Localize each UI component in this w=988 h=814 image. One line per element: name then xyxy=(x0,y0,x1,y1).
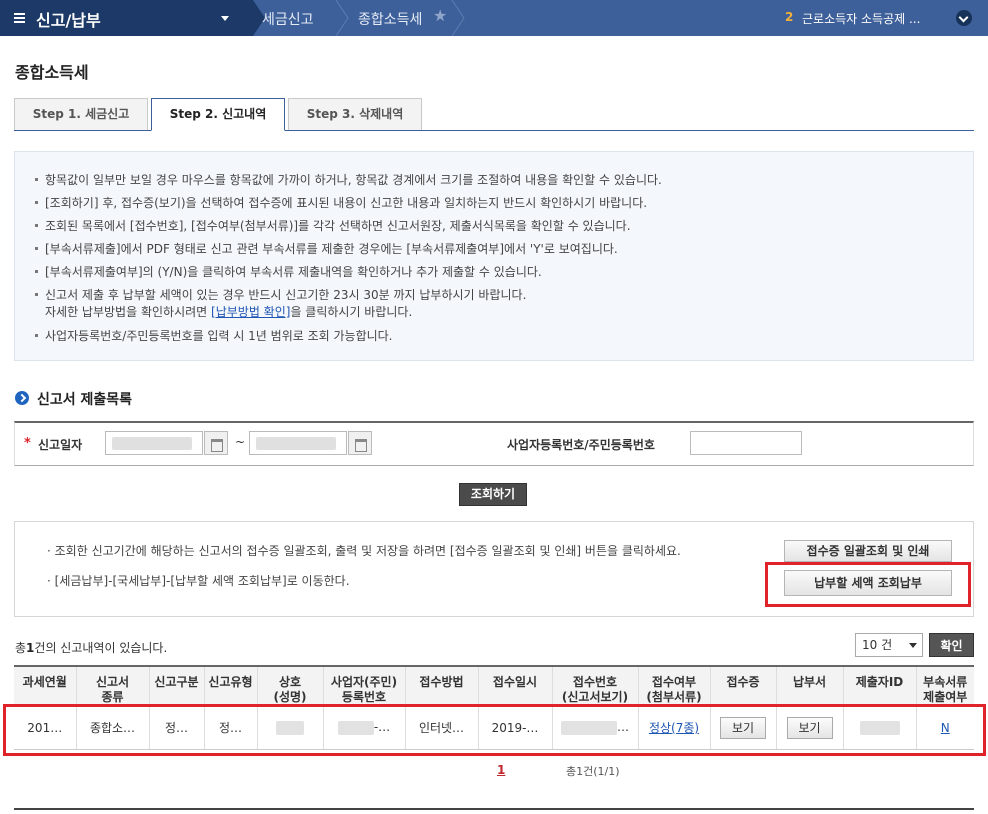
required-mark: * xyxy=(24,436,31,451)
guide-line: 신고서 제출 후 납부할 세액이 있는 경우 반드시 신고기한 23시 30분 … xyxy=(34,288,527,302)
search-button[interactable]: 조회하기 xyxy=(459,483,527,506)
breadcrumb-item-tax-report[interactable]: 세금신고 xyxy=(262,9,314,29)
notice-line: · [세금납부]-[국세납부]-[납부할 세액 조회납부]로 이동한다. xyxy=(47,574,350,588)
pagination-page-1[interactable]: 1 xyxy=(497,763,505,777)
col-header-name: 상호 (성명) xyxy=(257,665,324,706)
notice-text: [세금납부]-[국세납부]-[납부할 세액 조회납부]로 이동한다. xyxy=(54,574,350,588)
date-range-separator: ~ xyxy=(235,435,246,449)
guide-text: 을 클릭하시기 바랍니다. xyxy=(290,305,413,319)
col-header-receipt: 접수증 xyxy=(710,665,777,706)
business-number-input[interactable] xyxy=(690,431,802,455)
section-bullet-icon xyxy=(15,391,29,405)
favorite-star-icon[interactable]: ★ xyxy=(433,6,447,25)
pagination-info: 총1건(1/1) xyxy=(566,765,620,778)
page-title: 종합소득세 xyxy=(15,63,89,82)
col-header-datetime: 접수일시 xyxy=(478,665,553,706)
col-header-registration-no: 사업자(주민) 등록번호 xyxy=(323,665,406,706)
step-tabs: Step 1. 세금신고 Step 2. 신고내역 Step 3. 삭제내역 xyxy=(14,98,974,131)
col-header-attachment: 부속서류 제출여부 xyxy=(916,665,974,706)
breadcrumb-item-income-tax[interactable]: 종합소득세 xyxy=(358,9,422,29)
section-title: 신고서 제출목록 xyxy=(37,392,133,408)
guide-line: 조회된 목록에서 [접수번호], [접수여부(첨부서류)]를 각각 선택하면 신… xyxy=(35,219,631,233)
page-size-select[interactable]: 10 건 xyxy=(855,633,923,657)
guide-line: [부속서류제출]에서 PDF 형태로 신고 관련 부속서류를 제출한 경우에는 … xyxy=(35,242,618,256)
guide-line: 항목값이 일부만 보일 경우 마우스를 항목값에 가까이 하거나, 항목값 경계… xyxy=(35,173,662,187)
tab-step3-deleted-history[interactable]: Step 3. 삭제내역 xyxy=(288,98,422,130)
calendar-icon[interactable] xyxy=(204,431,228,455)
caret-down-icon xyxy=(221,16,229,21)
tab-step1-tax-report[interactable]: Step 1. 세금신고 xyxy=(14,98,148,130)
notice-ticker-text[interactable]: 근로소득자 소득공제 ... xyxy=(802,10,920,27)
col-header-method: 접수방법 xyxy=(405,665,479,706)
main-menu-toggle[interactable]: 신고/납부 xyxy=(0,0,243,36)
notice-line: · 조회한 신고기간에 해당하는 신고서의 접수증 일괄조회, 출력 및 저장을… xyxy=(47,544,681,558)
col-header-status: 접수여부 (첨부서류) xyxy=(638,665,711,706)
notice-count-badge: 2 xyxy=(785,10,794,24)
breadcrumb-separator-icon xyxy=(335,0,349,36)
end-date-input[interactable] xyxy=(249,431,347,455)
col-header-payment: 납부서 xyxy=(776,665,844,706)
chevron-down-icon[interactable] xyxy=(956,10,972,26)
business-number-label: 사업자등록번호/주민등록번호 xyxy=(507,438,655,452)
tab-step2-report-history[interactable]: Step 2. 신고내역 xyxy=(151,98,285,131)
highlight-box xyxy=(3,704,986,756)
guide-line: 사업자등록번호/주민등록번호를 입력 시 1년 범위로 조회 가능합니다. xyxy=(35,329,393,343)
col-header-period: 과세연월 xyxy=(14,665,77,706)
col-header-report-class: 신고구분 xyxy=(149,665,205,706)
top-navigation-bar: 신고/납부 세금신고 종합소득세 ★ 2 근로소득자 소득공제 ... xyxy=(0,0,988,36)
guide-line: [조회하기] 후, 접수증(보기)을 선택하여 접수증에 표시된 내용이 신고한… xyxy=(34,196,648,210)
guide-text: 자세한 납부방법을 확인하시려면 xyxy=(45,305,212,319)
bulk-receipt-print-button[interactable]: 접수증 일괄조회 및 인쇄 xyxy=(784,540,952,562)
notice-text: 조회한 신고기간에 해당하는 신고서의 접수증 일괄조회, 출력 및 저장을 하… xyxy=(54,544,681,558)
menu-title: 신고/납부 xyxy=(36,11,101,30)
table-header-row: 과세연월 신고서 종류 신고구분 신고유형 상호 (성명) 사업자(주민) 등록번호 … xyxy=(14,665,974,706)
guide-info-box: 항목값이 일부만 보일 경우 마우스를 항목값에 가까이 하거나, 항목값 경계… xyxy=(14,151,974,361)
col-header-receipt-no: 접수번호 (신고서보기) xyxy=(552,665,639,706)
payment-method-link[interactable]: [납부방법 확인] xyxy=(211,305,290,319)
confirm-button[interactable]: 확인 xyxy=(929,633,974,657)
col-header-submitter-id: 제출자ID xyxy=(843,665,917,706)
count-suffix: 건의 신고내역이 있습니다. xyxy=(34,641,168,655)
result-count-text: 총1건의 신고내역이 있습니다. xyxy=(15,639,167,656)
guide-line-payment: 자세한 납부방법을 확인하시려면 [납부방법 확인]을 클릭하시기 바랍니다. xyxy=(45,303,412,320)
divider xyxy=(14,808,974,810)
calendar-icon[interactable] xyxy=(348,431,372,455)
highlight-box xyxy=(765,562,971,607)
count-prefix: 총 xyxy=(15,641,27,655)
breadcrumb-separator-icon xyxy=(451,0,465,36)
col-header-report-type: 신고유형 xyxy=(204,665,258,706)
masked-value xyxy=(112,437,192,450)
masked-value xyxy=(256,437,336,450)
guide-line: [부속서류제출여부]의 (Y/N)을 클릭하여 부속서류 제출내역을 확인하거나… xyxy=(35,265,542,279)
report-date-label: 신고일자 xyxy=(38,438,83,452)
col-header-form-type: 신고서 종류 xyxy=(76,665,150,706)
hamburger-menu-icon xyxy=(14,13,25,23)
start-date-input[interactable] xyxy=(105,431,203,455)
